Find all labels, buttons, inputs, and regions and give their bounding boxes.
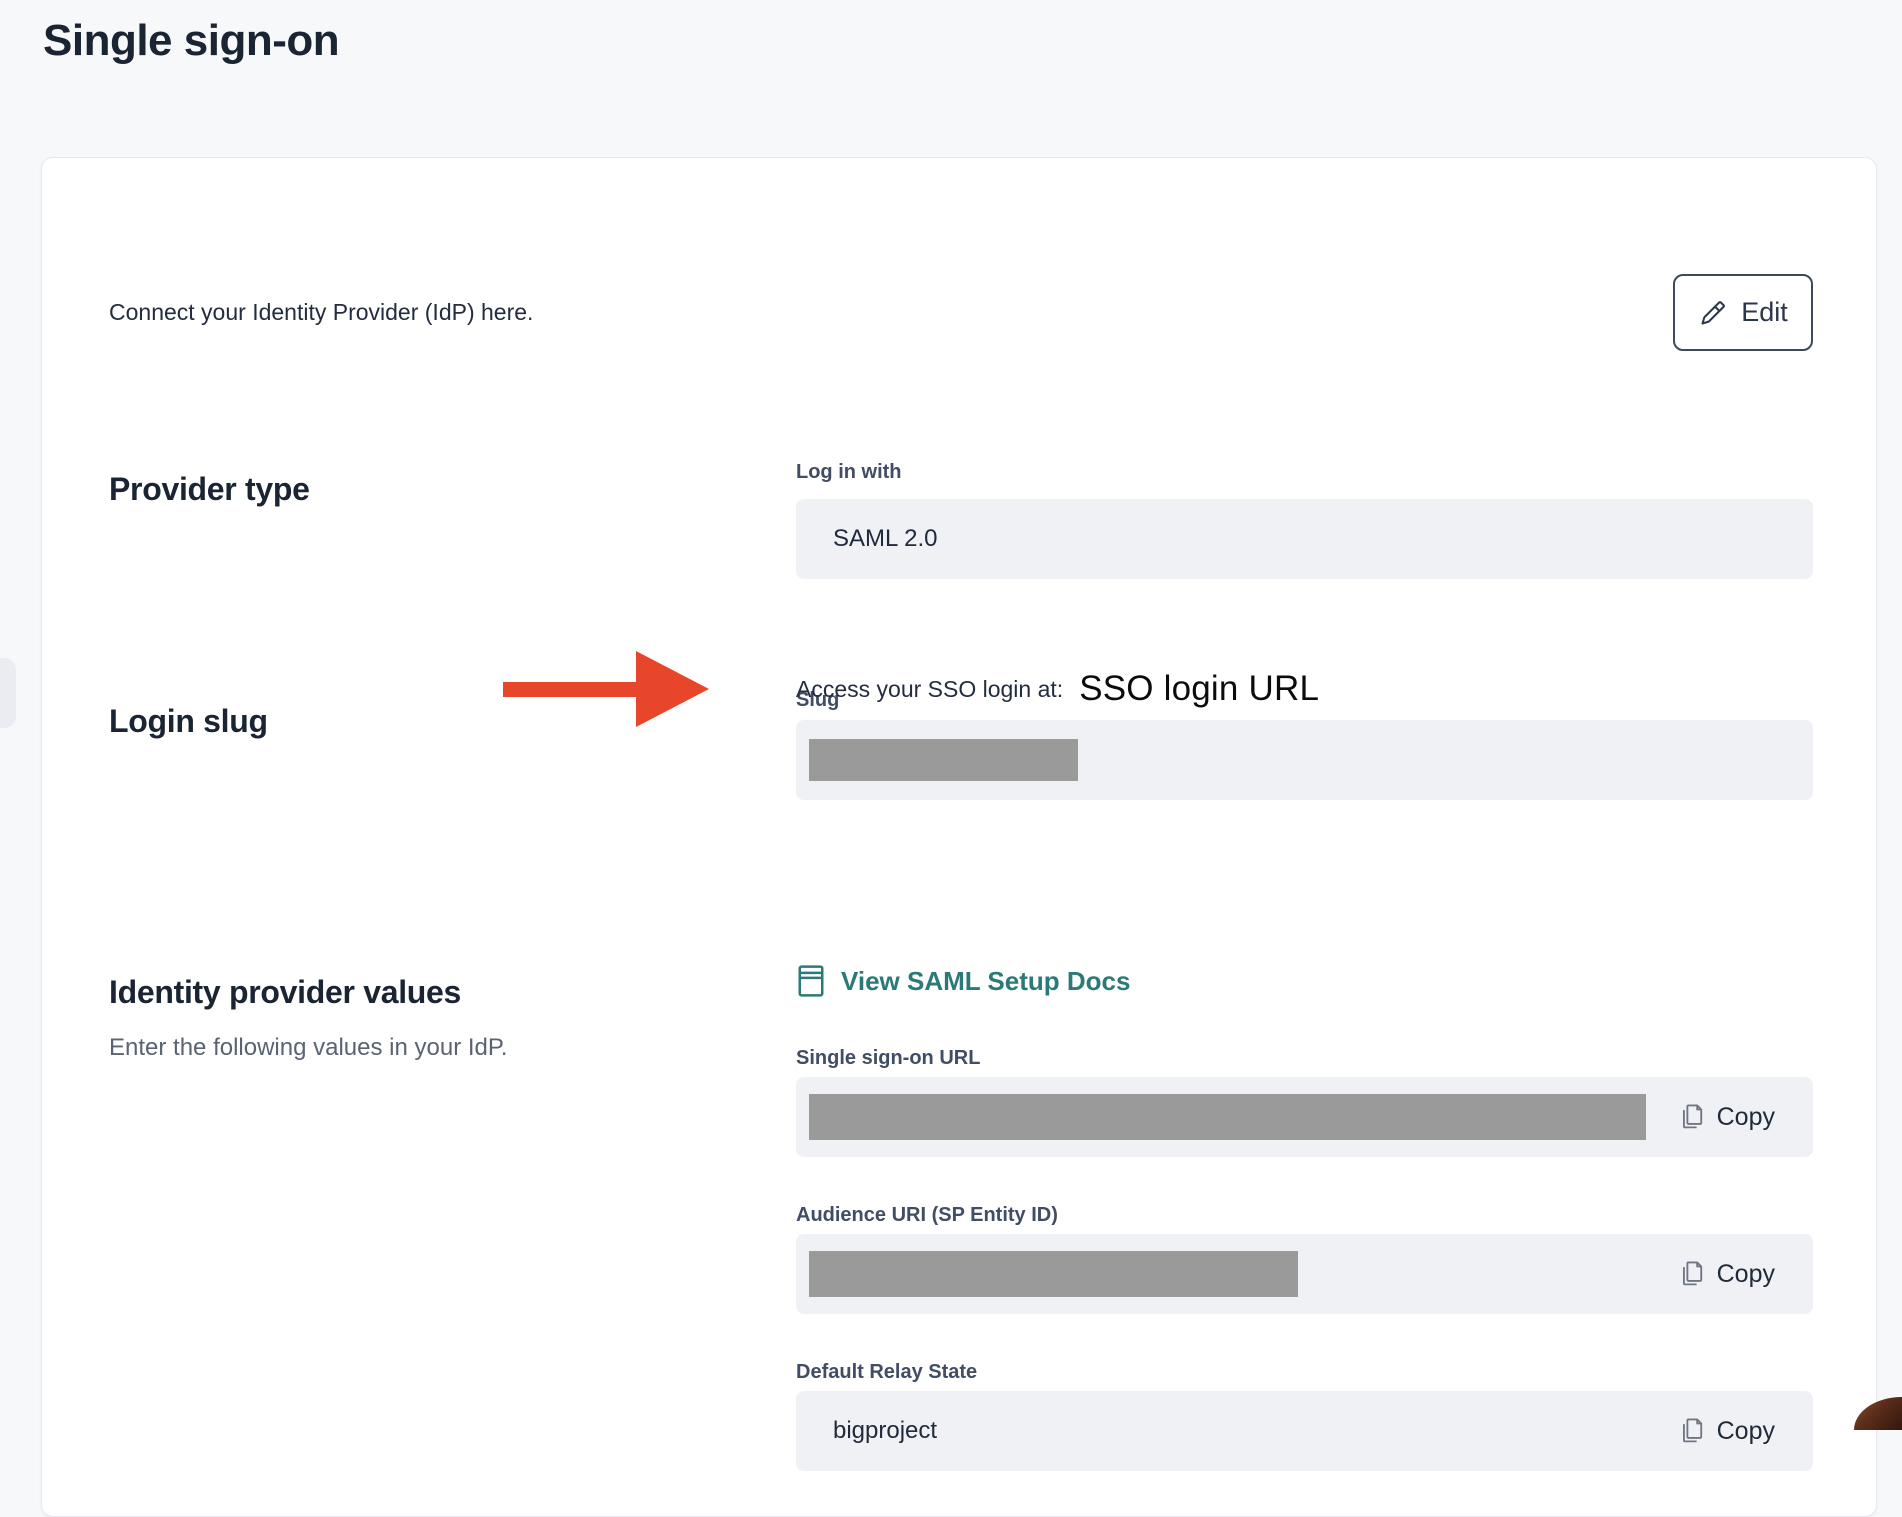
idp-values-subheading: Enter the following values in your IdP. [109,1034,507,1062]
sso-url-field: Copy [796,1077,1813,1157]
copy-audience-uri-button[interactable]: Copy [1679,1259,1775,1289]
copy-icon [1679,1102,1705,1132]
audience-uri-redacted-value [809,1251,1298,1297]
audience-uri-field: Copy [796,1234,1813,1314]
sso-login-access-row: Access your SSO login at: SSO login URL [796,651,1319,727]
copy-button-label: Copy [1717,1103,1775,1132]
login-with-label: Log in with [796,461,902,484]
docs-link-label: View SAML Setup Docs [841,966,1130,997]
copy-button-label: Copy [1717,1417,1775,1446]
default-relay-state-value: bigproject [833,1417,937,1445]
sso-url-label: Single sign-on URL [796,1047,980,1070]
provider-type-field[interactable]: SAML 2.0 [796,499,1813,579]
provider-type-value: SAML 2.0 [833,525,938,553]
idp-values-heading: Identity provider values [109,974,461,1011]
copy-sso-url-button[interactable]: Copy [1679,1102,1775,1132]
copy-relay-state-button[interactable]: Copy [1679,1416,1775,1446]
edit-button[interactable]: Edit [1673,274,1813,351]
copy-button-label: Copy [1717,1260,1775,1289]
default-relay-state-label: Default Relay State [796,1361,977,1384]
provider-type-heading: Provider type [109,471,310,508]
sso-login-url-annotation: SSO login URL [1079,669,1319,709]
default-relay-state-field: bigproject Copy [796,1391,1813,1471]
edit-button-label: Edit [1741,297,1788,328]
copy-icon [1679,1259,1705,1289]
login-slug-heading: Login slug [109,703,268,740]
sso-settings-card: Connect your Identity Provider (IdP) her… [41,157,1877,1517]
left-edge-handle[interactable] [0,658,16,728]
slug-field[interactable] [796,720,1813,800]
docs-icon [796,964,826,998]
audience-uri-label: Audience URI (SP Entity ID) [796,1204,1058,1227]
access-prefix-text: Access your SSO login at: [796,676,1063,703]
pencil-icon [1698,298,1728,328]
copy-icon [1679,1416,1705,1446]
annotation-arrow-icon [503,651,709,727]
page-title: Single sign-on [43,16,339,66]
sso-url-redacted-value [809,1094,1646,1140]
slug-redacted-value [809,739,1078,781]
view-saml-docs-link[interactable]: View SAML Setup Docs [796,964,1130,998]
intro-text: Connect your Identity Provider (IdP) her… [109,299,533,326]
